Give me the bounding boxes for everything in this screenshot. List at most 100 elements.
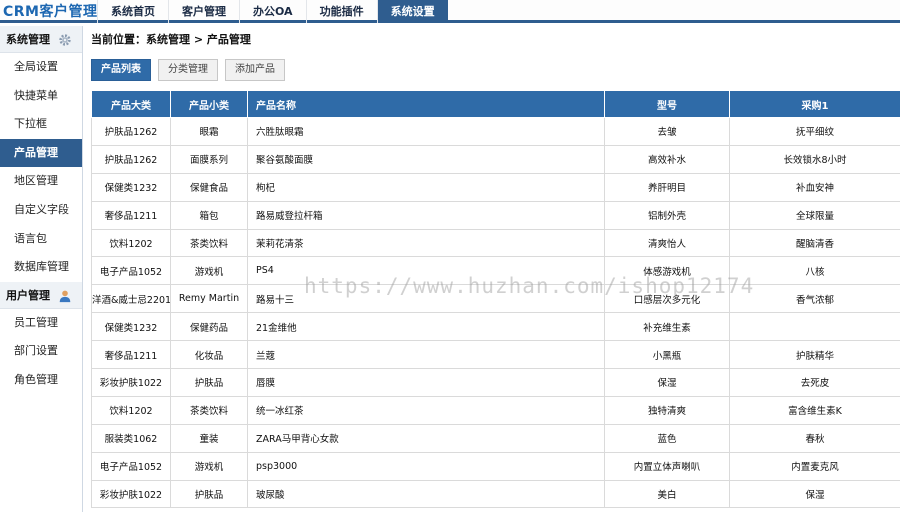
category-cell: 电子产品1052 (91, 256, 171, 286)
table-row[interactable]: 电子产品1052 游戏机 PS4 体感游戏机 八核 (91, 256, 900, 286)
product-name-cell: 枸杞 (247, 172, 605, 202)
product-name-cell: 六胜肽眼霜 (247, 117, 605, 146)
product-name-cell: PS4 (247, 256, 605, 286)
table-row[interactable]: 洋酒&威士忌2201 Remy Martin 路易十三 口感层次多元化 香气浓郁 (91, 284, 900, 314)
sidebar-item-staff[interactable]: 员工管理 (0, 309, 82, 338)
model-cell: 蓝色 (604, 423, 730, 453)
breadcrumb: 当前位置：系统管理 > 产品管理 (91, 33, 251, 46)
category-cell: 服装类1062 (91, 423, 171, 453)
sidebar-item-departments[interactable]: 部门设置 (0, 337, 82, 366)
table-row[interactable]: 饮料1202 茶类饮料 统一冰红茶 独特清爽 富含维生素K (91, 395, 900, 425)
model-cell: 补充维生素 (604, 312, 730, 342)
category-cell: 保健类1232 (91, 172, 171, 202)
column-header-category[interactable]: 产品大类 (91, 90, 171, 118)
purchase-cell (729, 312, 900, 342)
model-cell: 养肝明目 (604, 172, 730, 202)
model-cell: 铝制外壳 (604, 200, 730, 230)
sidebar-item-custom-fields[interactable]: 自定义字段 (0, 196, 82, 225)
table-row[interactable]: 保健类1232 保健药品 21金维他 补充维生素 (91, 312, 900, 342)
purchase-cell: 全球限量 (729, 200, 900, 230)
model-cell: 口感层次多元化 (604, 284, 730, 314)
app-logo: CRM客户管理 (3, 4, 98, 20)
subcategory-cell: 化妆品 (170, 340, 248, 370)
purchase-cell: 八核 (729, 256, 900, 286)
main-nav: 系统首页 客户管理 办公OA 功能插件 系统设置 (97, 0, 448, 23)
nav-office-oa[interactable]: 办公OA (239, 0, 306, 23)
subcategory-cell: 保健药品 (170, 312, 248, 342)
product-name-cell: psp3000 (247, 451, 605, 481)
category-cell: 保健类1232 (91, 312, 171, 342)
subcategory-cell: 茶类饮料 (170, 395, 248, 425)
purchase-cell: 抚平细纹 (729, 117, 900, 146)
sidebar-item-shortcut-menu[interactable]: 快捷菜单 (0, 82, 82, 111)
product-name-cell: ZARA马甲背心女款 (247, 423, 605, 453)
model-cell: 去皱 (604, 117, 730, 146)
tab-product-list[interactable]: 产品列表 (91, 59, 151, 81)
subcategory-cell: Remy Martin (170, 284, 248, 314)
purchase-cell: 保湿 (729, 479, 900, 509)
main-content: 当前位置：系统管理 > 产品管理 产品列表 分类管理 添加产品 产品大类 产品小… (84, 26, 900, 512)
subcategory-cell: 保健食品 (170, 172, 248, 202)
nav-home[interactable]: 系统首页 (97, 0, 168, 23)
product-name-cell: 路易十三 (247, 284, 605, 314)
sidebar-group-users[interactable]: 用户管理 (0, 281, 82, 309)
sidebar-group-label: 系统管理 (6, 33, 50, 46)
model-cell: 美白 (604, 479, 730, 509)
sidebar-group-system[interactable]: 系统管理 (0, 26, 82, 53)
table-row[interactable]: 彩妆护肤1022 护肤品 唇膜 保湿 去死皮 (91, 368, 900, 397)
sidebar-item-product-management[interactable]: 产品管理 (0, 138, 82, 168)
product-name-cell: 兰蔻 (247, 340, 605, 370)
purchase-cell: 长效锁水8小时 (729, 144, 900, 174)
table-row[interactable]: 护肤品1262 眼霜 六胜肽眼霜 去皱 抚平细纹 (91, 117, 900, 146)
table-header-row: 产品大类 产品小类 产品名称 型号 采购1 (91, 90, 900, 118)
top-bar: CRM客户管理 系统首页 客户管理 办公OA 功能插件 系统设置 (0, 0, 900, 23)
model-cell: 清爽怡人 (604, 228, 730, 258)
sidebar-item-database[interactable]: 数据库管理 (0, 253, 82, 282)
product-name-cell: 统一冰红茶 (247, 395, 605, 425)
nav-plugins[interactable]: 功能插件 (305, 0, 377, 23)
subcategory-cell: 护肤品 (170, 479, 248, 509)
model-cell: 内置立体声喇叭 (604, 451, 730, 481)
category-cell: 彩妆护肤1022 (91, 479, 171, 509)
table-body: 护肤品1262 眼霜 六胜肽眼霜 去皱 抚平细纹 护肤品1262 面膜系列 聚谷氨酸面膜 高效补… (91, 117, 900, 509)
tab-bar: 产品列表 分类管理 添加产品 (84, 54, 900, 84)
sidebar-item-language-pack[interactable]: 语言包 (0, 225, 82, 254)
model-cell: 独特清爽 (604, 395, 730, 425)
tab-category-management[interactable]: 分类管理 (158, 59, 218, 81)
table-row[interactable]: 彩妆护肤1022 护肤品 玻尿酸 美白 保湿 (91, 479, 900, 509)
purchase-cell: 去死皮 (729, 368, 900, 397)
product-name-cell: 唇膜 (247, 368, 605, 397)
table-row[interactable]: 服装类1062 童装 ZARA马甲背心女款 蓝色 春秋 (91, 423, 900, 453)
purchase-cell: 香气浓郁 (729, 284, 900, 314)
purchase-cell: 护肤精华 (729, 340, 900, 370)
category-cell: 护肤品1262 (91, 144, 171, 174)
category-cell: 饮料1202 (91, 228, 171, 258)
model-cell: 小黑瓶 (604, 340, 730, 370)
column-header-subcategory[interactable]: 产品小类 (170, 90, 248, 118)
column-header-purchase[interactable]: 采购1 (729, 90, 900, 118)
sidebar-item-dropdown[interactable]: 下拉框 (0, 110, 82, 139)
column-header-model[interactable]: 型号 (604, 90, 730, 118)
subcategory-cell: 箱包 (170, 200, 248, 230)
model-cell: 高效补水 (604, 144, 730, 174)
purchase-cell: 春秋 (729, 423, 900, 453)
category-cell: 彩妆护肤1022 (91, 368, 171, 397)
table-row[interactable]: 护肤品1262 面膜系列 聚谷氨酸面膜 高效补水 长效锁水8小时 (91, 144, 900, 174)
tab-add-product[interactable]: 添加产品 (225, 59, 285, 81)
sidebar-item-roles[interactable]: 角色管理 (0, 366, 82, 395)
product-name-cell: 茉莉花清茶 (247, 228, 605, 258)
table-row[interactable]: 奢侈品1211 化妆品 兰蔻 小黑瓶 护肤精华 (91, 340, 900, 370)
table-row[interactable]: 饮料1202 茶类饮料 茉莉花清茶 清爽怡人 醒脑清香 (91, 228, 900, 258)
table-row[interactable]: 电子产品1052 游戏机 psp3000 内置立体声喇叭 内置麦克风 (91, 451, 900, 481)
sidebar-item-region-management[interactable]: 地区管理 (0, 167, 82, 196)
sidebar-group-label: 用户管理 (6, 288, 50, 302)
subcategory-cell: 童装 (170, 423, 248, 453)
table-row[interactable]: 保健类1232 保健食品 枸杞 养肝明目 补血安神 (91, 172, 900, 202)
table-row[interactable]: 奢侈品1211 箱包 路易威登拉杆箱 铝制外壳 全球限量 (91, 200, 900, 230)
category-cell: 护肤品1262 (91, 117, 171, 146)
column-header-product-name[interactable]: 产品名称 (247, 90, 605, 118)
nav-customers[interactable]: 客户管理 (168, 0, 239, 23)
subcategory-cell: 面膜系列 (170, 144, 248, 174)
sidebar-item-global-settings[interactable]: 全局设置 (0, 53, 82, 82)
nav-system-settings[interactable]: 系统设置 (376, 0, 448, 23)
